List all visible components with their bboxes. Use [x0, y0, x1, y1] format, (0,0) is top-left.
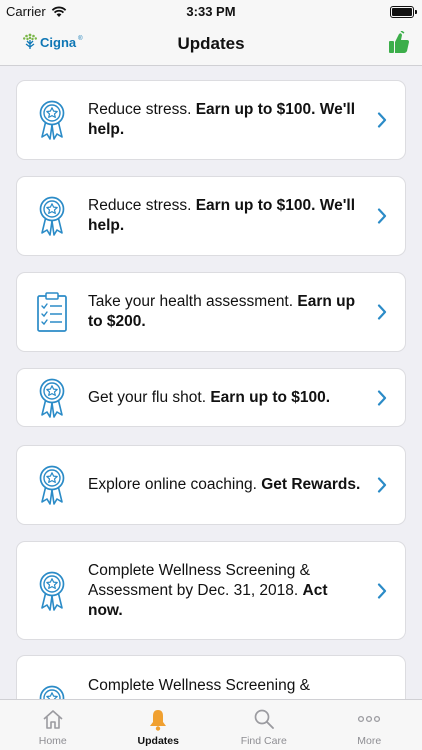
- update-card[interactable]: Complete Wellness Screening & Assessment…: [16, 541, 406, 640]
- home-icon: [43, 710, 63, 729]
- battery-icon: [390, 6, 417, 18]
- tab-find-care[interactable]: Find Care: [211, 700, 317, 750]
- update-card-plain-text: Take your health assessment.: [88, 293, 298, 310]
- tab-home-label: Home: [38, 735, 67, 747]
- update-card-text: Reduce stress. Earn up to $100. We'll he…: [88, 196, 365, 236]
- more-dots-icon: [358, 715, 381, 723]
- update-card-plain-text: Reduce stress.: [88, 101, 196, 118]
- tab-home[interactable]: Home: [0, 700, 106, 750]
- clipboard-checklist-icon: [37, 292, 67, 332]
- update-card-text: Get your flu shot. Earn up to $100.: [88, 388, 365, 408]
- status-bar: Carrier 3:33 PM: [0, 0, 422, 24]
- update-card-plain-text: Complete Wellness Screening & Assessment…: [88, 561, 310, 599]
- thumbs-up-icon[interactable]: [388, 31, 410, 55]
- award-ribbon-icon: [39, 378, 65, 418]
- update-card[interactable]: Get your flu shot. Earn up to $100.: [16, 368, 406, 427]
- status-time: 3:33 PM: [186, 4, 236, 19]
- page-title: Updates: [177, 34, 245, 53]
- tab-more[interactable]: More: [317, 700, 422, 750]
- bell-icon: [150, 710, 167, 731]
- updates-list[interactable]: Reduce stress. Earn up to $100. We'll he…: [0, 66, 422, 699]
- update-card-bold-text: Earn up to $100.: [210, 388, 331, 406]
- update-card-text: Complete Wellness Screening & Assessment…: [88, 561, 365, 621]
- update-card[interactable]: Reduce stress. Earn up to $100. We'll he…: [16, 80, 406, 160]
- award-ribbon-icon: [39, 685, 65, 699]
- update-card-text: Explore online coaching. Get Rewards.: [88, 475, 365, 495]
- tab-more-label: More: [357, 735, 382, 747]
- update-card-plain-text: Get your flu shot.: [88, 388, 211, 406]
- update-card-text: Complete Wellness Screening &: [88, 676, 365, 696]
- tab-updates-label: Updates: [137, 735, 179, 747]
- chevron-right-icon: [377, 477, 387, 493]
- chevron-right-icon: [377, 208, 387, 224]
- search-icon: [254, 709, 274, 729]
- update-card-bold-text: Get Rewards.: [261, 476, 361, 493]
- award-ribbon-icon: [39, 571, 65, 611]
- update-card-plain-text: Complete Wellness Screening &: [88, 677, 310, 694]
- chevron-right-icon: [377, 304, 387, 320]
- chevron-right-icon: [377, 582, 387, 599]
- update-card[interactable]: Complete Wellness Screening &: [16, 655, 406, 699]
- award-ribbon-icon: [39, 100, 65, 140]
- tab-updates[interactable]: Updates: [106, 700, 212, 750]
- update-card[interactable]: Explore online coaching. Get Rewards.: [16, 445, 406, 525]
- update-card-plain-text: Reduce stress.: [88, 197, 196, 214]
- award-ribbon-icon: [39, 465, 65, 505]
- update-card-plain-text: Explore online coaching.: [88, 476, 262, 493]
- navigation-bar: Cigna ® Updates: [0, 24, 422, 66]
- tab-find-care-label: Find Care: [240, 735, 287, 747]
- update-card-text: Take your health assessment. Earn up to …: [88, 292, 365, 332]
- update-card-text: Reduce stress. Earn up to $100. We'll he…: [88, 100, 365, 140]
- tab-bar: Home Updates Find Care More: [0, 699, 422, 750]
- update-card[interactable]: Reduce stress. Earn up to $100. We'll he…: [16, 176, 406, 256]
- award-ribbon-icon: [39, 196, 65, 236]
- update-card[interactable]: Take your health assessment. Earn up to …: [16, 272, 406, 352]
- chevron-right-icon: [377, 389, 387, 406]
- chevron-right-icon: [377, 112, 387, 128]
